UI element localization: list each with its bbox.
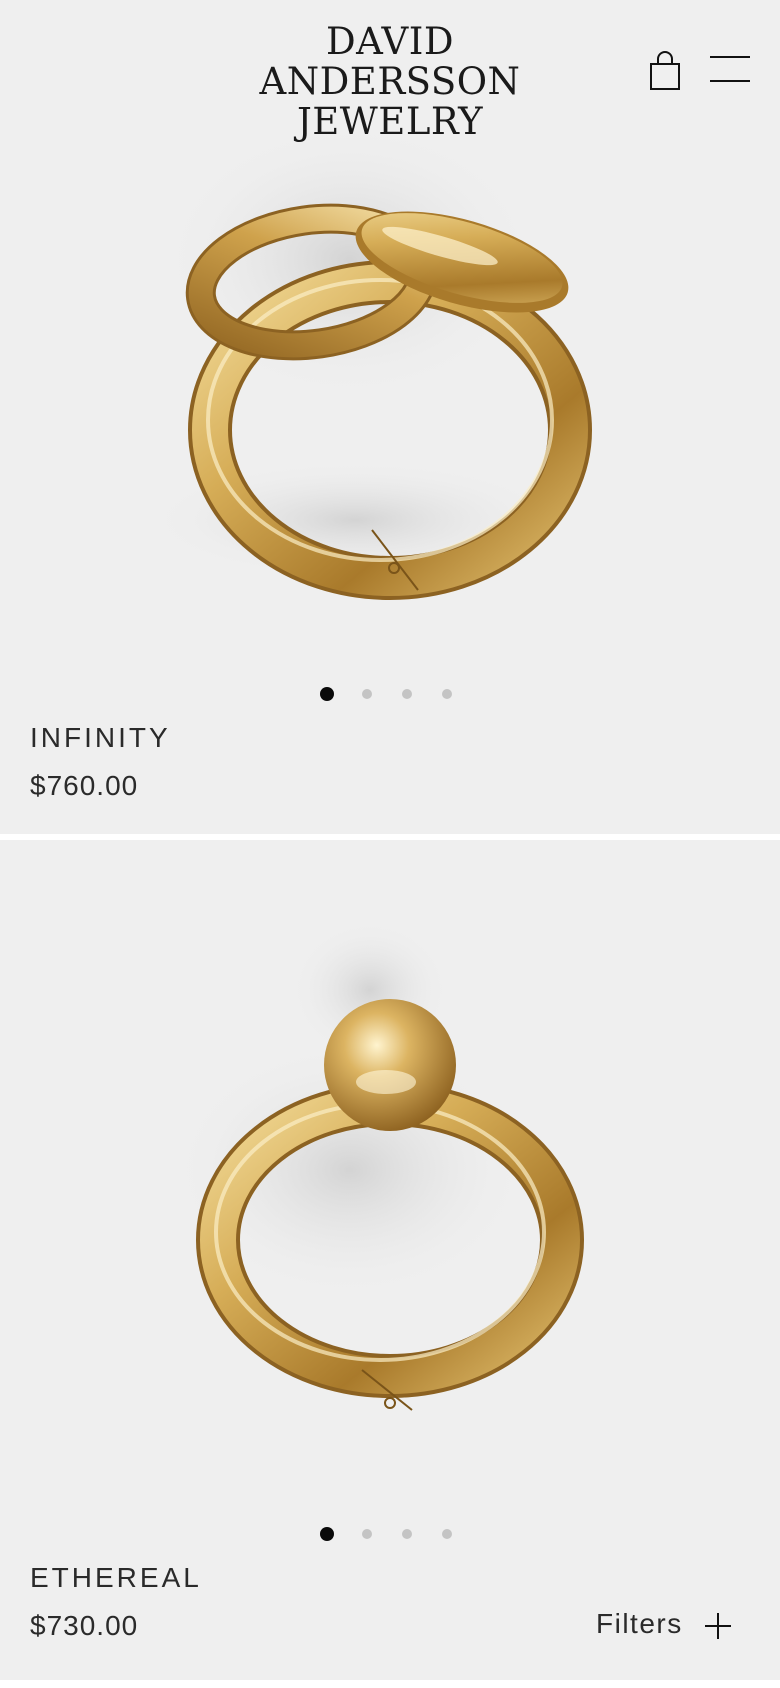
carousel-dot[interactable] — [442, 689, 452, 699]
carousel-dot[interactable] — [402, 689, 412, 699]
bottom-divider — [0, 1680, 780, 1688]
product-name[interactable]: ETHEREAL — [30, 1562, 202, 1594]
site-header: DAVID ANDERSSON JEWELRY — [0, 0, 780, 150]
brand-logo-line-1: DAVID — [325, 20, 455, 63]
product-image[interactable] — [0, 840, 780, 1520]
image-carousel-dots — [320, 1526, 460, 1542]
product-price: $760.00 — [30, 770, 139, 801]
product-card[interactable]: ETHEREAL $730.00 — [0, 840, 780, 1680]
menu-button[interactable] — [708, 54, 752, 86]
carousel-dot[interactable] — [362, 1529, 372, 1539]
hamburger-menu-icon — [710, 56, 750, 82]
brand-logo[interactable]: DAVID ANDERSSON JEWELRY — [250, 22, 530, 142]
carousel-dot[interactable] — [402, 1529, 412, 1539]
shopping-bag-icon — [650, 51, 680, 90]
plus-icon — [705, 1613, 731, 1639]
product-name[interactable]: INFINITY — [30, 722, 171, 754]
brand-logo-line-3: JEWELRY — [296, 100, 484, 143]
brand-logo-line-2: ANDERSSON — [259, 60, 521, 103]
image-carousel-dots — [320, 686, 460, 702]
carousel-dot[interactable] — [320, 1527, 334, 1541]
carousel-dot[interactable] — [442, 1529, 452, 1539]
filters-button[interactable]: Filters — [596, 1604, 746, 1648]
carousel-dot[interactable] — [320, 687, 334, 701]
carousel-dot[interactable] — [362, 689, 372, 699]
page: DAVID ANDERSSON JEWELRY INFINITY $760.00… — [0, 0, 780, 1688]
product-price: $730.00 — [30, 1610, 139, 1641]
filters-label: Filters — [596, 1608, 683, 1639]
cart-button[interactable] — [648, 50, 682, 92]
